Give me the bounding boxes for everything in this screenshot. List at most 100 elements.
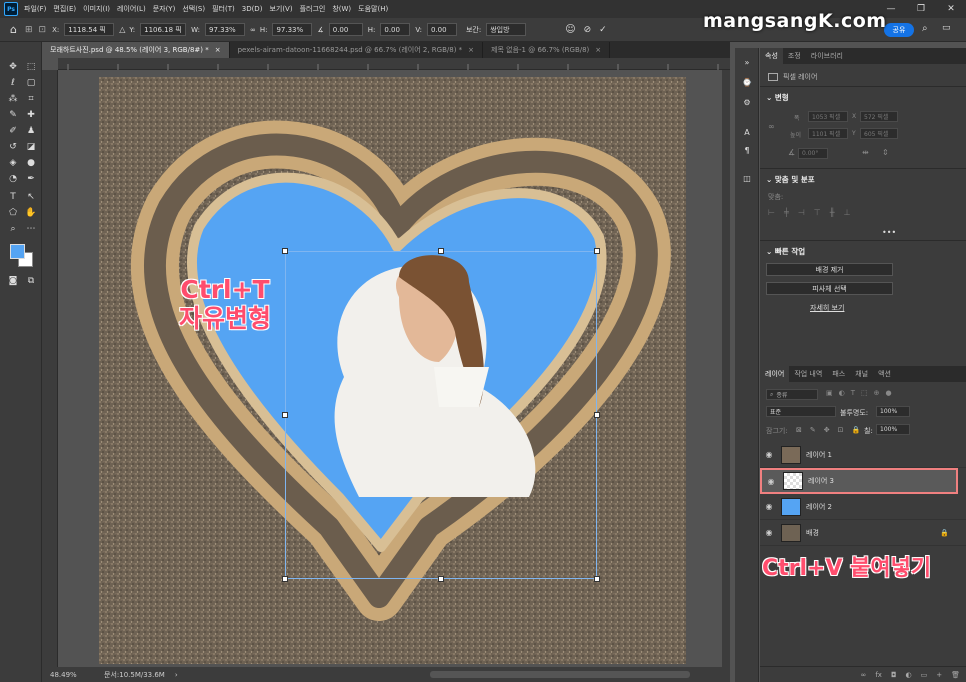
home-icon[interactable]: ⌂ — [10, 23, 17, 36]
paint-bucket-tool-icon[interactable]: ◈ — [6, 156, 20, 170]
layer-style-icon[interactable]: fx — [875, 671, 882, 679]
layer-name[interactable]: 레이어 1 — [806, 450, 832, 460]
menu-filter[interactable]: 필터(T) — [212, 4, 235, 14]
layer-name[interactable]: 배경 — [806, 528, 819, 538]
artboard-tool-icon[interactable]: ⬚ — [24, 60, 38, 74]
interpolation-select[interactable]: 쌍입방 — [486, 23, 527, 36]
reference-point-icon[interactable]: ⊡ — [39, 25, 47, 35]
transform-section-title[interactable]: ⌄ 변형 — [766, 92, 789, 103]
move-tool-icon[interactable]: ✥ — [6, 60, 20, 74]
close-window-button[interactable]: ✕ — [936, 0, 966, 18]
visibility-eye-icon[interactable]: ◉ — [762, 477, 780, 486]
lock-pixels-icon[interactable]: ✎ — [810, 426, 816, 434]
new-layer-icon[interactable]: + — [936, 671, 942, 679]
eraser-tool-icon[interactable]: ◪ — [24, 140, 38, 154]
warp-icon[interactable]: ☺ — [565, 24, 575, 35]
layer-row-2[interactable]: ◉ 레이어 2 — [760, 494, 966, 520]
align-left-icon[interactable]: ⊢ — [768, 208, 775, 217]
delete-layer-icon[interactable]: 🗑 — [951, 671, 960, 679]
relative-delta-icon[interactable]: △ — [119, 25, 125, 34]
quick-mask-icon[interactable]: ◙ — [6, 274, 20, 288]
layer-name[interactable]: 레이어 2 — [806, 502, 832, 512]
align-hcenter-icon[interactable]: ╪ — [784, 208, 789, 217]
zoom-level[interactable]: 48.49% — [50, 671, 100, 679]
lock-artboard-icon[interactable]: ⊡ — [838, 426, 844, 434]
tab-document-2[interactable]: pexels-airam-datoon-11668244.psd @ 66.7%… — [230, 42, 484, 58]
maximize-button[interactable]: ❐ — [906, 0, 936, 18]
menu-help[interactable]: 도움말(H) — [358, 4, 388, 14]
filter-toggle-icon[interactable]: ● — [886, 389, 892, 397]
tab-properties[interactable]: 속성 — [760, 48, 783, 64]
link-layers-icon[interactable]: ∞ — [861, 671, 867, 679]
tab-paths[interactable]: 패스 — [827, 366, 850, 382]
transform-bounding-box[interactable] — [285, 251, 597, 579]
collapse-icon[interactable]: » — [740, 56, 754, 68]
blend-mode-select[interactable]: 표준 — [766, 406, 836, 417]
lasso-tool-icon[interactable]: ℓ — [6, 76, 20, 90]
status-arrow-icon[interactable]: › — [175, 671, 178, 679]
libraries-icon[interactable]: ◫ — [740, 172, 754, 184]
adjustments-icon[interactable]: ⚙ — [740, 96, 754, 108]
horizontal-scrollbar[interactable] — [430, 671, 690, 678]
visibility-eye-icon[interactable]: ◉ — [760, 502, 778, 511]
lock-position-icon[interactable]: ✥ — [824, 426, 830, 434]
screen-mode-icon[interactable]: ⧉ — [24, 274, 38, 288]
lock-transparent-icon[interactable]: ⊠ — [796, 426, 802, 434]
tab-close-icon[interactable]: × — [215, 46, 221, 54]
commit-transform-icon[interactable]: ✓ — [599, 25, 607, 35]
learn-more-link[interactable]: 자세히 보기 — [810, 303, 844, 313]
h-skew-field[interactable]: 0.00 — [380, 23, 411, 36]
angle-field[interactable]: 0.00 — [328, 23, 363, 36]
menu-window[interactable]: 창(W) — [332, 4, 351, 14]
align-section-title[interactable]: ⌄ 맞춤 및 분포 — [766, 174, 815, 185]
transform-handle-bc[interactable] — [438, 576, 444, 582]
menu-edit[interactable]: 편집(E) — [53, 4, 76, 14]
menu-file[interactable]: 파일(F) — [24, 4, 46, 14]
document-canvas[interactable]: Ctrl+T 자유변형 — [99, 77, 686, 664]
foreground-color-swatch[interactable] — [10, 244, 25, 259]
transform-handle-br[interactable] — [594, 576, 600, 582]
flip-vertical-icon[interactable]: ⇕ — [882, 148, 889, 157]
blur-tool-icon[interactable]: ● — [24, 156, 38, 170]
align-bottom-icon[interactable]: ⊥ — [844, 208, 851, 217]
visibility-eye-icon[interactable]: ◉ — [760, 528, 778, 537]
tab-document-1[interactable]: 모래하트사진.psd @ 48.5% (레이어 3, RGB/8#) * × — [42, 42, 230, 58]
tab-actions[interactable]: 액션 — [873, 366, 896, 382]
layer-row-background[interactable]: ◉ 배경 🔒 — [760, 520, 966, 546]
tab-close-icon[interactable]: × — [468, 46, 474, 54]
zoom-tool-icon[interactable]: ⌕ — [6, 222, 20, 236]
tab-close-icon[interactable]: × — [595, 46, 601, 54]
search-icon[interactable]: ⌕ — [922, 23, 928, 34]
layer-name[interactable]: 레이어 3 — [808, 476, 834, 486]
prop-angle-field[interactable]: 0.00° — [798, 148, 828, 159]
tab-adjustments[interactable]: 조정 — [783, 48, 806, 64]
x-field[interactable]: 1118.54 픽 — [64, 23, 115, 36]
transform-handle-tr[interactable] — [594, 248, 600, 254]
cancel-transform-icon[interactable]: ⊘ — [584, 25, 592, 35]
v-skew-field[interactable]: 0.00 — [426, 23, 457, 36]
prop-x-field[interactable]: 572 픽셀 — [860, 111, 898, 122]
history-icon[interactable]: ⌚ — [740, 76, 754, 88]
prop-height-field[interactable]: 1101 픽셀 — [808, 128, 848, 139]
fill-field[interactable]: 100% — [876, 424, 910, 435]
menu-3d[interactable]: 3D(D) — [242, 5, 263, 13]
type-tool-icon[interactable]: T — [6, 190, 20, 204]
align-right-icon[interactable]: ⊣ — [798, 208, 805, 217]
transform-handle-tc[interactable] — [438, 248, 444, 254]
brush-tool-icon[interactable]: ✐ — [6, 124, 20, 138]
flip-horizontal-icon[interactable]: ⇹ — [862, 148, 869, 157]
transform-handle-tl[interactable] — [282, 248, 288, 254]
tab-channels[interactable]: 채널 — [850, 366, 873, 382]
link-icon[interactable]: ∞ — [250, 26, 256, 34]
tab-libraries[interactable]: 라이브러리 — [806, 48, 848, 64]
layer-row-1[interactable]: ◉ 레이어 1 — [760, 442, 966, 468]
more-options-icon[interactable]: ••• — [882, 228, 896, 237]
layer-filter-select[interactable]: ⌕ 종류 — [766, 389, 818, 400]
menu-select[interactable]: 선택(S) — [182, 4, 205, 14]
filter-type-icon[interactable]: T — [851, 389, 855, 397]
align-top-icon[interactable]: ⊤ — [814, 208, 821, 217]
prop-y-field[interactable]: 605 픽셀 — [860, 128, 898, 139]
menu-type[interactable]: 문자(Y) — [153, 4, 176, 14]
share-button[interactable]: 공유 — [884, 23, 914, 37]
visibility-eye-icon[interactable]: ◉ — [760, 450, 778, 459]
